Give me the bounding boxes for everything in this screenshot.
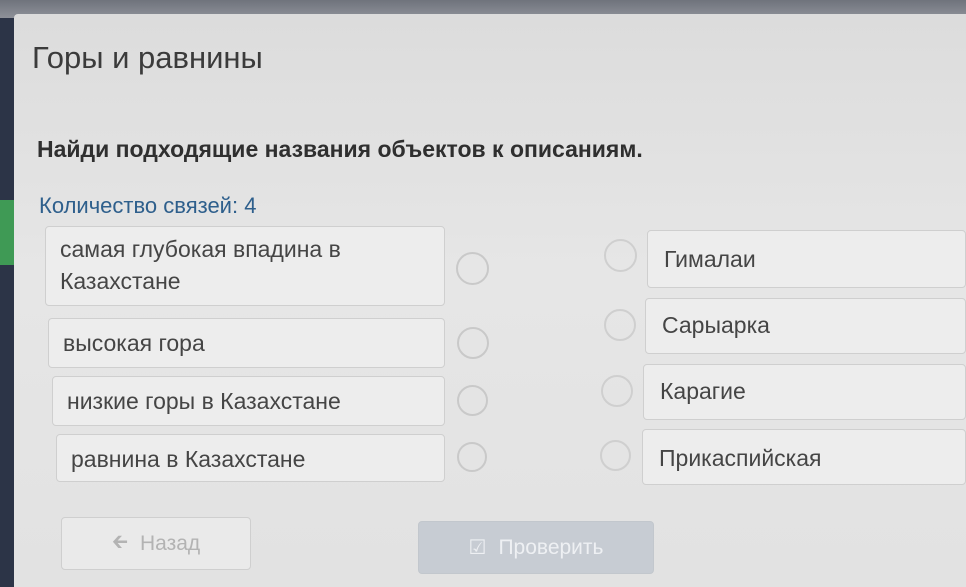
left-connector-1[interactable]	[456, 252, 489, 285]
checkbox-check-icon: ☑	[468, 537, 487, 559]
links-count: Количество связей: 4	[39, 193, 257, 218]
right-item-label: Прикаспийская	[659, 445, 822, 471]
left-item-label: самая глубокая впадина в Казахстане	[60, 236, 341, 294]
right-connector-2[interactable]	[604, 309, 636, 341]
back-button[interactable]: 🡰 Назад	[61, 517, 251, 570]
right-item-label: Гималаи	[664, 246, 756, 272]
right-item-label: Сарыарка	[662, 312, 770, 338]
right-connector-4[interactable]	[600, 440, 631, 471]
right-connector-3[interactable]	[601, 375, 633, 407]
back-button-label: Назад	[140, 531, 201, 555]
right-connector-1[interactable]	[604, 239, 637, 272]
right-item-1[interactable]: Гималаи	[647, 230, 966, 288]
left-item-1[interactable]: самая глубокая впадина в Казахстане	[45, 226, 445, 306]
left-item-2[interactable]: высокая гора	[48, 318, 445, 368]
right-item-3[interactable]: Карагие	[643, 364, 966, 420]
left-connector-2[interactable]	[457, 327, 489, 359]
left-item-label: высокая гора	[63, 330, 205, 356]
left-item-4[interactable]: равнина в Казахстане	[56, 434, 445, 482]
left-item-label: равнина в Казахстане	[71, 446, 306, 472]
page-title: Горы и равнины	[32, 40, 263, 75]
task-instruction: Найди подходящие названия объектов к опи…	[37, 136, 643, 162]
arrow-left-icon: 🡰	[111, 530, 129, 553]
right-item-label: Карагие	[660, 378, 746, 404]
right-item-2[interactable]: Сарыарка	[645, 298, 966, 354]
check-button-label: Проверить	[498, 535, 604, 559]
right-item-4[interactable]: Прикаспийская	[642, 429, 966, 485]
left-item-label: низкие горы в Казахстане	[67, 388, 341, 414]
left-item-3[interactable]: низкие горы в Казахстане	[52, 376, 445, 426]
check-button[interactable]: ☑ Проверить	[418, 521, 654, 574]
left-connector-4[interactable]	[457, 442, 487, 472]
left-connector-3[interactable]	[457, 385, 488, 416]
